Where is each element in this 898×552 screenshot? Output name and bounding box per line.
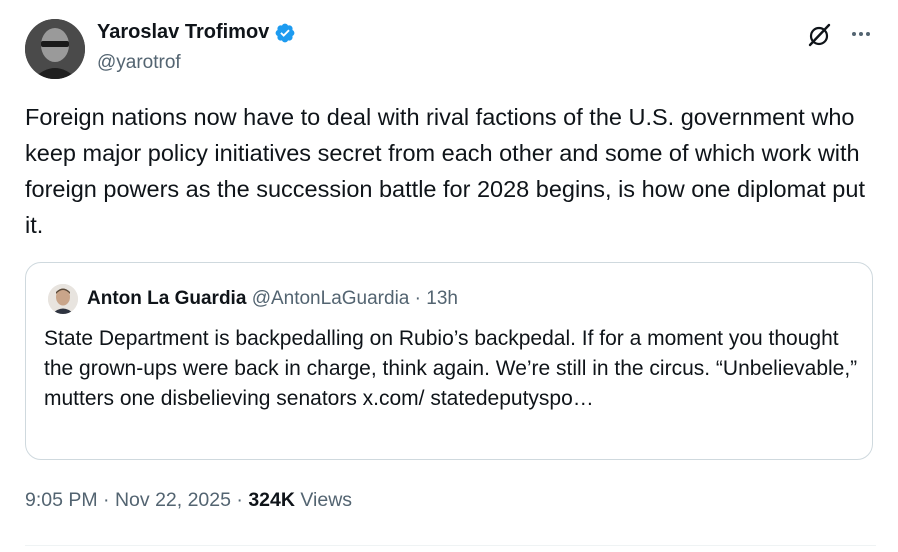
author-name[interactable]: Yaroslav Trofimov xyxy=(97,21,296,44)
quoted-tweet-header: Anton La Guardia @AntonLaGuardia · 13h xyxy=(87,288,458,310)
grok-icon xyxy=(808,23,831,47)
tweet-meta: 9:05 PM · Nov 22, 2025 · 324K Views xyxy=(25,489,352,512)
author-avatar[interactable] xyxy=(25,19,85,79)
quoted-tweet-text: State Department is backpedalling on Rub… xyxy=(44,327,858,410)
quoted-separator: · xyxy=(409,288,427,309)
views-count: 324K xyxy=(248,489,295,511)
divider xyxy=(25,545,876,546)
views-label: Views xyxy=(300,489,353,511)
tweet-date[interactable]: Nov 22, 2025 xyxy=(115,489,231,511)
quoted-timestamp[interactable]: 13h xyxy=(426,288,458,309)
quoted-tweet-card[interactable]: Anton La Guardia @AntonLaGuardia · 13h S… xyxy=(25,262,873,460)
grok-button[interactable] xyxy=(805,20,835,50)
tweet-time[interactable]: 9:05 PM xyxy=(25,489,98,511)
meta-separator-2: · xyxy=(230,489,249,511)
tweet-text: Foreign nations now have to deal with ri… xyxy=(25,104,865,238)
quoted-author-avatar[interactable] xyxy=(48,284,78,314)
more-options-button[interactable] xyxy=(847,20,875,48)
author-name-text[interactable]: Yaroslav Trofimov xyxy=(97,21,269,44)
more-options-icon xyxy=(852,32,870,36)
verified-badge-icon xyxy=(275,23,295,42)
quoted-author-name[interactable]: Anton La Guardia xyxy=(87,288,246,309)
meta-separator: · xyxy=(97,489,115,511)
author-handle[interactable]: @yarotrof xyxy=(97,52,181,74)
quoted-author-handle[interactable]: @AntonLaGuardia xyxy=(252,288,410,309)
